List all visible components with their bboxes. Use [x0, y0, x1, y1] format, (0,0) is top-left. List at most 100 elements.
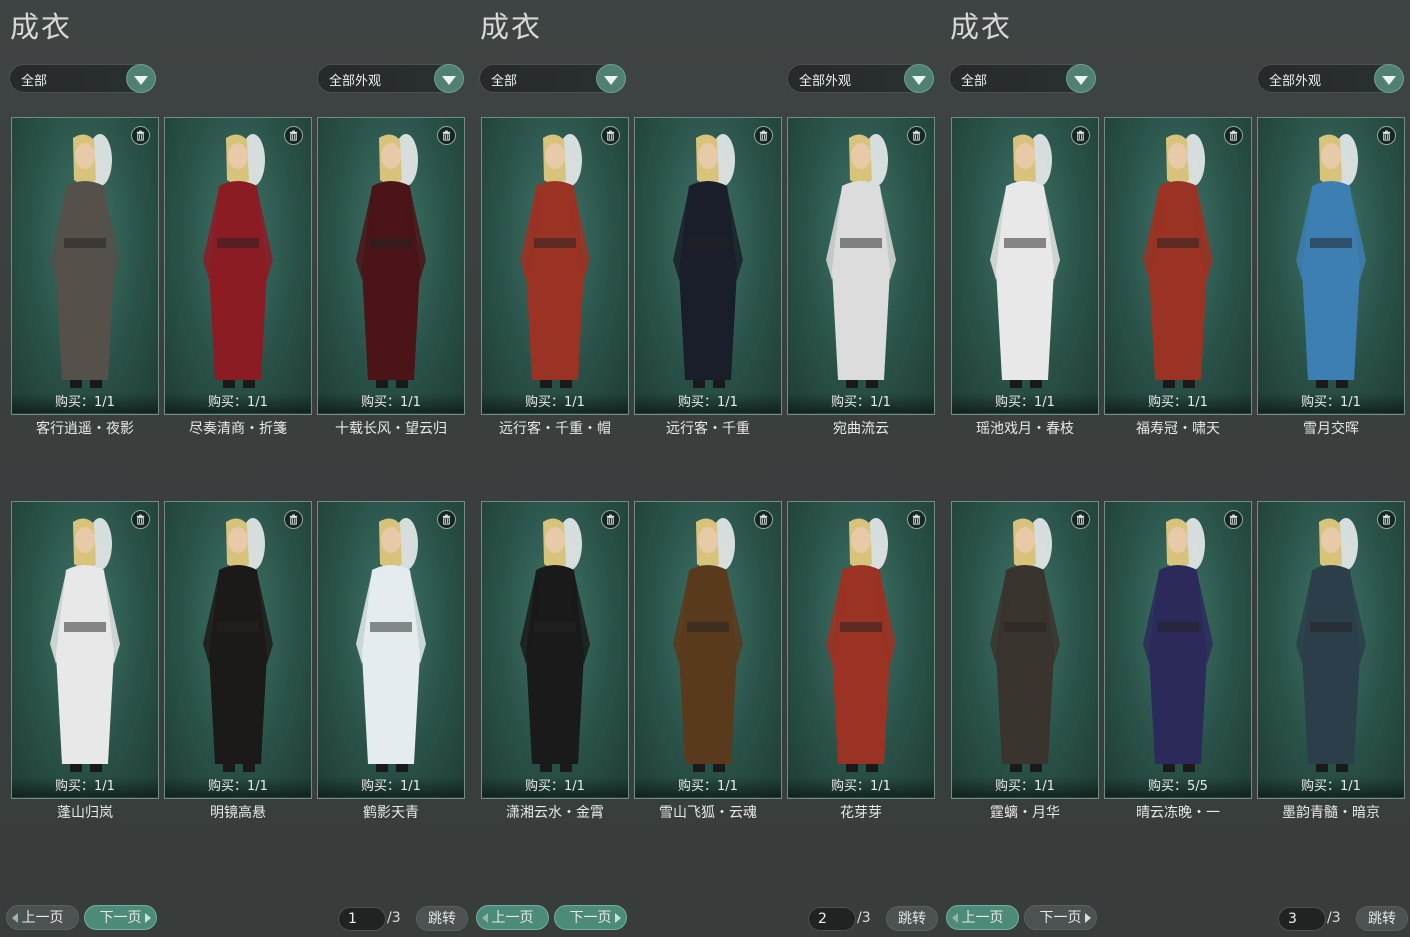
- purchase-count: 购买：1/1: [482, 393, 628, 413]
- jump-button[interactable]: 跳转: [1356, 906, 1408, 931]
- prev-page-button[interactable]: 上一页: [946, 905, 1019, 930]
- outfit-card[interactable]: 购买：1/1: [481, 117, 629, 415]
- trash-icon[interactable]: [1224, 510, 1243, 529]
- outfit-preview-image: [183, 130, 293, 392]
- outfit-card[interactable]: 购买：1/1: [951, 117, 1099, 415]
- outfit-card[interactable]: 购买：1/1: [11, 117, 159, 415]
- outfit-card[interactable]: 购买：1/1: [317, 117, 465, 415]
- purchase-count: 购买：1/1: [1258, 777, 1404, 797]
- outfit-card[interactable]: 购买：1/1: [1257, 117, 1405, 415]
- page-total: /3: [387, 910, 401, 926]
- panel-title: 成衣: [950, 10, 1013, 44]
- trash-icon[interactable]: [1071, 126, 1090, 145]
- panel-3: 成衣 全部 全部外观 购买：1/1 瑶池戏月・春枝 购买：1/1 福寿冠・啸天 购买：1/1 雪…: [940, 0, 1410, 937]
- trash-icon[interactable]: [131, 510, 150, 529]
- purchase-count: 购买：1/1: [635, 777, 781, 797]
- purchase-count: 购买：1/1: [318, 393, 464, 413]
- trash-icon[interactable]: [907, 126, 926, 145]
- trash-icon[interactable]: [1224, 126, 1243, 145]
- outfit-card[interactable]: 购买：1/1: [1104, 117, 1252, 415]
- trash-icon[interactable]: [1377, 510, 1396, 529]
- outfit-card[interactable]: 购买：1/1: [481, 501, 629, 799]
- trash-icon[interactable]: [754, 126, 773, 145]
- chevron-down-icon[interactable]: [126, 64, 156, 93]
- outfit-card[interactable]: 购买：1/1: [1257, 501, 1405, 799]
- trash-icon[interactable]: [907, 510, 926, 529]
- trash-icon[interactable]: [284, 510, 303, 529]
- outfit-preview-image: [1276, 514, 1386, 776]
- outfit-name: 雪山飞狐・云魂: [659, 805, 757, 821]
- outfit-card[interactable]: 购买：1/1: [951, 501, 1099, 799]
- trash-icon[interactable]: [437, 510, 456, 529]
- purchase-count: 购买：1/1: [1258, 393, 1404, 413]
- outfit-card[interactable]: 购买：1/1: [634, 117, 782, 415]
- trash-icon[interactable]: [754, 510, 773, 529]
- purchase-count: 购买：1/1: [12, 393, 158, 413]
- outfit-card[interactable]: 购买：1/1: [164, 117, 312, 415]
- category-dropdown[interactable]: 全部: [9, 64, 156, 93]
- outfit-card[interactable]: 购买：1/1: [787, 117, 935, 415]
- outfit-preview-image: [500, 130, 610, 392]
- jump-button[interactable]: 跳转: [886, 906, 938, 931]
- next-page-button[interactable]: 下一页: [554, 905, 627, 930]
- outfit-card[interactable]: 购买：1/1: [11, 501, 159, 799]
- outfit-name: 瑶池戏月・春枝: [976, 421, 1074, 437]
- outfit-preview-image: [970, 514, 1080, 776]
- panel-1: 成衣 全部 全部外观 购买：1/1 客行逍遥・夜影 购买：1/1 尽奏清商・折箋 购买：1/1…: [0, 0, 470, 937]
- outfit-preview-image: [653, 514, 763, 776]
- category-dropdown[interactable]: 全部: [949, 64, 1096, 93]
- appearance-dropdown-label: 全部外观: [329, 74, 382, 89]
- trash-icon[interactable]: [1071, 510, 1090, 529]
- outfit-card[interactable]: 购买：1/1: [164, 501, 312, 799]
- trash-icon[interactable]: [437, 126, 456, 145]
- outfit-name: 尽奏清商・折箋: [189, 421, 287, 437]
- outfit-card[interactable]: 购买：1/1: [787, 501, 935, 799]
- outfit-card[interactable]: 购买：1/1: [317, 501, 465, 799]
- trash-icon[interactable]: [284, 126, 303, 145]
- chevron-down-icon[interactable]: [1374, 64, 1404, 93]
- next-page-button[interactable]: 下一页: [84, 905, 157, 930]
- next-page-button[interactable]: 下一页: [1024, 905, 1097, 930]
- chevron-down-icon[interactable]: [904, 64, 934, 93]
- panel-2: 成衣 全部 全部外观 购买：1/1 远行客・千重・帽 购买：1/1 远行客・千重 购买：1/1…: [470, 0, 940, 937]
- panel-title: 成衣: [480, 10, 543, 44]
- trash-icon[interactable]: [1377, 126, 1396, 145]
- outfit-preview-image: [30, 130, 140, 392]
- jump-button[interactable]: 跳转: [416, 906, 468, 931]
- outfit-name: 十载长风・望云归: [335, 421, 447, 437]
- page-number-input[interactable]: 2: [808, 907, 856, 931]
- outfit-name: 宛曲流云: [833, 421, 889, 437]
- purchase-count: 购买：1/1: [318, 777, 464, 797]
- panel-title: 成衣: [10, 10, 73, 44]
- outfit-name: 潇湘云水・金霄: [506, 805, 604, 821]
- outfit-preview-image: [1123, 130, 1233, 392]
- appearance-dropdown[interactable]: 全部外观: [787, 64, 934, 93]
- outfit-name: 鹤影天青: [363, 805, 419, 821]
- category-dropdown-label: 全部: [961, 74, 988, 89]
- outfit-card[interactable]: 购买：1/1: [634, 501, 782, 799]
- prev-page-button[interactable]: 上一页: [6, 905, 79, 930]
- outfit-preview-image: [1123, 514, 1233, 776]
- category-dropdown[interactable]: 全部: [479, 64, 626, 93]
- prev-page-button[interactable]: 上一页: [476, 905, 549, 930]
- outfit-card[interactable]: 购买：5/5: [1104, 501, 1252, 799]
- trash-icon[interactable]: [601, 126, 620, 145]
- purchase-count: 购买：1/1: [482, 777, 628, 797]
- appearance-dropdown[interactable]: 全部外观: [317, 64, 464, 93]
- chevron-down-icon[interactable]: [434, 64, 464, 93]
- appearance-dropdown[interactable]: 全部外观: [1257, 64, 1404, 93]
- page-number-input[interactable]: 3: [1278, 907, 1326, 931]
- category-dropdown-label: 全部: [491, 74, 518, 89]
- outfit-preview-image: [336, 514, 446, 776]
- purchase-count: 购买：1/1: [788, 393, 934, 413]
- trash-icon[interactable]: [131, 126, 150, 145]
- chevron-down-icon[interactable]: [1066, 64, 1096, 93]
- outfit-preview-image: [806, 514, 916, 776]
- outfit-preview-image: [806, 130, 916, 392]
- outfit-name: 蓬山归岚: [57, 805, 113, 821]
- outfit-name: 花芽芽: [840, 805, 882, 821]
- page-number-input[interactable]: 1: [338, 907, 386, 931]
- chevron-down-icon[interactable]: [596, 64, 626, 93]
- trash-icon[interactable]: [601, 510, 620, 529]
- purchase-count: 购买：1/1: [12, 777, 158, 797]
